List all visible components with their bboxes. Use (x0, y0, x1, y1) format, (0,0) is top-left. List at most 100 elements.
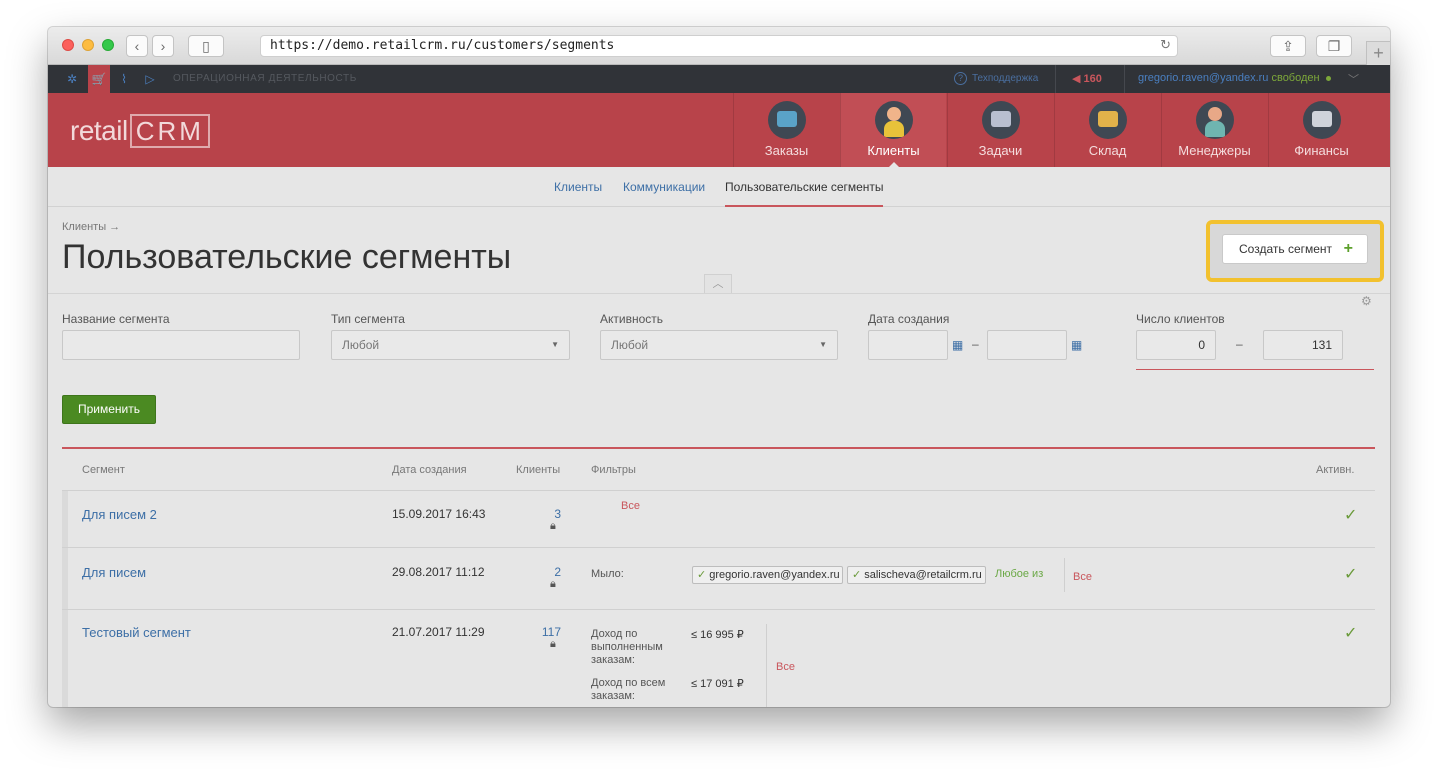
close-window-button[interactable] (62, 39, 74, 51)
create-segment-button[interactable]: Создать сегмент + (1222, 234, 1368, 264)
page-title: Пользовательские сегменты (62, 238, 512, 276)
share-icon[interactable]: ⇪ (1270, 35, 1306, 57)
segment-name-link[interactable]: Для писем (82, 565, 146, 580)
filter-tag: ✓ gregorio.raven@yandex.ru (692, 566, 843, 584)
retailcrm-logo[interactable]: retail CRM (70, 114, 210, 148)
column-header-created[interactable]: Дата создания (392, 464, 467, 476)
nav-managers[interactable]: Менеджеры (1161, 93, 1267, 167)
all-filter-label: Все (776, 661, 795, 673)
tasks-icon (981, 101, 1020, 139)
zoom-window-button[interactable] (102, 39, 114, 51)
calendar-icon[interactable]: ▦ (1071, 338, 1082, 352)
segment-created-date: 15.09.2017 16:43 (392, 507, 486, 521)
browser-toolbar: ‹ › ▯ https://demo.retailcrm.ru/customer… (48, 27, 1390, 65)
all-filter-label: Все (1073, 571, 1092, 583)
chevron-up-icon[interactable]: ︿ (704, 274, 732, 294)
nav-customers[interactable]: Клиенты (840, 93, 946, 168)
sidebar-toggle-icon[interactable]: ▯ (188, 35, 224, 57)
lock-icon: 🔒︎ (550, 578, 556, 590)
nav-label: Склад (1088, 143, 1127, 158)
cart-icon[interactable]: 🛒 (88, 65, 110, 93)
table-top-border (62, 447, 1375, 449)
notifications-count: 160 (1083, 73, 1102, 85)
table-row[interactable]: Тестовый сегмент 21.07.2017 11:29 117 🔒︎… (62, 610, 1375, 707)
segment-clients-count[interactable]: 3 (521, 507, 561, 521)
nav-warehouse[interactable]: Склад (1054, 93, 1160, 167)
lock-icon: 🔒︎ (550, 520, 556, 532)
sub-navigation: Клиенты Коммуникации Пользовательские се… (48, 167, 1390, 207)
filter-value: ≤ 16 995 ₽ (691, 629, 744, 641)
date-from-input[interactable] (868, 330, 948, 360)
chevron-down-icon[interactable]: ﹀ (1348, 71, 1359, 87)
nav-label: Финансы (1294, 143, 1349, 158)
date-to-input[interactable] (987, 330, 1067, 360)
finance-icon (1302, 101, 1341, 139)
new-tab-button[interactable]: + (1366, 41, 1390, 65)
analytics-icon[interactable]: ⌇ (116, 71, 132, 87)
settings-icon[interactable]: ✲ (64, 71, 80, 87)
clients-to-input[interactable]: 131 (1263, 330, 1343, 360)
user-status: свободен (1271, 72, 1320, 84)
clients-from-input[interactable]: 0 (1136, 330, 1216, 360)
tabs-overview-icon[interactable]: ❐ (1316, 35, 1352, 57)
breadcrumb[interactable]: Клиенты → (62, 221, 120, 233)
nav-orders[interactable]: Заказы (733, 93, 839, 167)
filter-tag: ✓ salischeva@retailcrm.ru (847, 566, 986, 584)
tab-customers[interactable]: Клиенты (554, 180, 602, 194)
filter-tag-label: salischeva@retailcrm.ru (864, 569, 982, 581)
check-icon: ✓ (697, 569, 707, 581)
row-marker (62, 548, 68, 609)
reload-icon[interactable]: ↻ (1160, 36, 1171, 56)
segment-clients-count[interactable]: 2 (521, 565, 561, 579)
row-marker (62, 491, 68, 547)
notifications-button[interactable]: ◀ 160 (1072, 72, 1102, 85)
dropdown-arrow-icon: ▼ (819, 340, 827, 349)
segment-type-value: Любой (342, 338, 380, 352)
table-row[interactable]: Для писем 2 15.09.2017 16:43 3 🔒︎ Все ✓ (62, 490, 1375, 548)
segment-type-select[interactable]: Любой ▼ (331, 330, 570, 360)
apply-button[interactable]: Применить (62, 395, 156, 424)
active-check-icon: ✓ (1344, 566, 1358, 583)
marketing-icon[interactable]: ▷ (142, 71, 158, 87)
row-marker (62, 610, 68, 707)
support-label: Техподдержка (972, 73, 1039, 84)
calendar-icon[interactable]: ▦ (952, 338, 963, 352)
forward-icon[interactable]: › (152, 35, 174, 57)
segment-clients-count[interactable]: 117 (521, 625, 561, 639)
column-header-clients[interactable]: Клиенты (516, 464, 560, 476)
filter-tag-label: gregorio.raven@yandex.ru (709, 569, 840, 581)
logo-crm: CRM (129, 114, 210, 148)
date-range-dash: – (972, 337, 979, 351)
crm-top-bar: ✲ 🛒 ⌇ ▷ ОПЕРАЦИОННАЯ ДЕЯТЕЛЬНОСТЬ ? Техпо… (48, 65, 1390, 93)
back-icon[interactable]: ‹ (126, 35, 148, 57)
tab-communications[interactable]: Коммуникации (623, 180, 705, 194)
managers-icon (1195, 101, 1234, 139)
user-email: gregorio.raven@yandex.ru (1138, 72, 1269, 84)
all-filter-label: Все (621, 500, 640, 512)
minimize-window-button[interactable] (82, 39, 94, 51)
cart-icon (767, 101, 806, 139)
customer-icon (874, 101, 913, 139)
filter-value: ≤ 17 091 ₽ (691, 678, 744, 690)
address-bar[interactable]: https://demo.retailcrm.ru/customers/segm… (260, 35, 1178, 57)
user-menu[interactable]: gregorio.raven@yandex.ru свободен (1138, 72, 1331, 84)
check-icon: ✓ (852, 569, 862, 581)
crm-header: retail CRM Заказы Клиенты Задачи Склад Ме… (48, 93, 1390, 168)
column-header-segment[interactable]: Сегмент (82, 464, 125, 476)
segment-name-link[interactable]: Для писем 2 (82, 507, 157, 522)
nav-label: Заказы (764, 143, 809, 158)
table-row[interactable]: Для писем 29.08.2017 11:12 2 🔒︎ Мыло: ✓ g… (62, 548, 1375, 610)
nav-finance[interactable]: Финансы (1268, 93, 1374, 167)
segment-name-link[interactable]: Тестовый сегмент (82, 625, 191, 640)
megaphone-icon: ◀ (1072, 73, 1084, 85)
support-link[interactable]: ? Техподдержка (954, 72, 1038, 85)
clients-range-dash: – (1236, 337, 1243, 351)
activity-select[interactable]: Любой ▼ (600, 330, 838, 360)
column-header-filters: Фильтры (591, 464, 636, 476)
column-header-active[interactable]: Активн. (1316, 464, 1354, 476)
segment-name-input[interactable] (62, 330, 300, 360)
active-check-icon: ✓ (1344, 507, 1358, 524)
nav-tasks[interactable]: Задачи (947, 93, 1053, 167)
tab-custom-segments[interactable]: Пользовательские сегменты (725, 180, 884, 194)
gear-icon[interactable]: ⚙ (1361, 294, 1372, 308)
